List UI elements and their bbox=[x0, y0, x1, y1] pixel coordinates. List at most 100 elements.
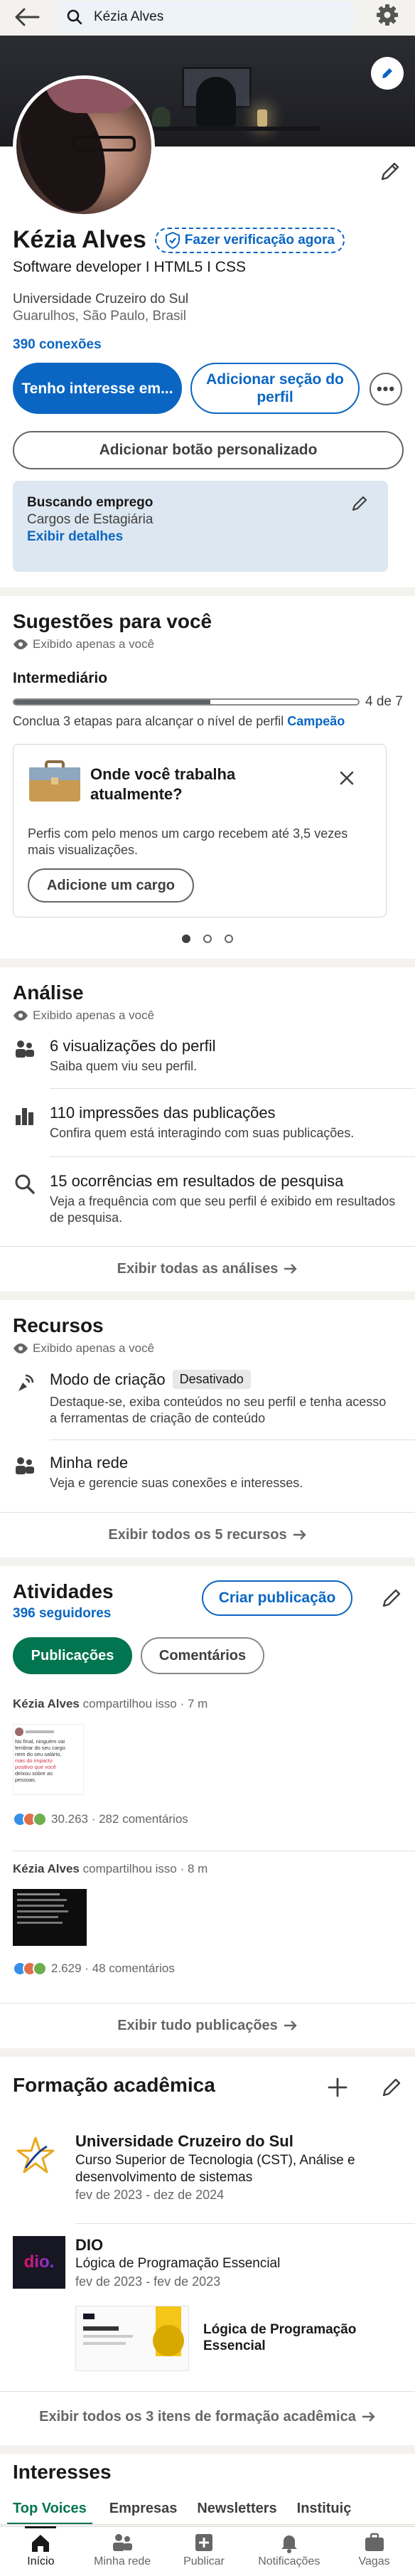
custom-button[interactable]: Adicionar botão personalizado bbox=[13, 431, 404, 469]
nav-home-label: Início bbox=[27, 2555, 55, 2567]
post-stats[interactable]: 30.263 · 282 comentários bbox=[51, 1812, 188, 1826]
pencil-icon bbox=[382, 68, 392, 78]
dio-logo-text: dio. bbox=[23, 2252, 55, 2272]
search-input[interactable]: Kézia Alves bbox=[94, 9, 163, 25]
show-all-posts[interactable]: Exibir tudo publicações bbox=[0, 2003, 415, 2048]
bell-icon bbox=[281, 2535, 297, 2553]
degree: Curso Superior de Tecnologia (CST), Anál… bbox=[75, 2153, 355, 2185]
dot[interactable] bbox=[225, 935, 233, 943]
tab-top-voices[interactable]: Top Voices bbox=[0, 2493, 99, 2524]
edit-open-to-icon[interactable] bbox=[351, 495, 368, 512]
followers-link[interactable]: 396 seguidores bbox=[13, 1606, 111, 1622]
eye-icon bbox=[14, 1011, 28, 1021]
verify-button[interactable]: Fazer verificação agora bbox=[154, 227, 345, 253]
analytics-section: Análise Exibido apenas a você 6 visualiz… bbox=[0, 967, 415, 1292]
nav-notifications[interactable]: Notificações bbox=[250, 2531, 328, 2568]
education-item[interactable]: Universidade Cruzeiro do Sul Curso Super… bbox=[0, 2132, 415, 2210]
analytics-impressions-sub: Confira quem está interagindo com suas p… bbox=[50, 1126, 355, 1140]
edit-activity-icon[interactable] bbox=[381, 1587, 402, 1609]
post-thumbnail-line: positivo que você bbox=[15, 1764, 56, 1770]
connections-link[interactable]: 390 conexões bbox=[13, 337, 102, 353]
post-thumbnail-line: No final, ninguém vai bbox=[15, 1738, 65, 1745]
support-icon bbox=[33, 1962, 47, 1976]
arrow-right-icon bbox=[284, 2021, 297, 2031]
open-to-title: Buscando emprego bbox=[27, 495, 153, 510]
tab-newsletters[interactable]: Newsletters bbox=[187, 2501, 286, 2517]
nav-notifications-label: Notificações bbox=[258, 2555, 320, 2567]
education-dates: fev de 2023 - dez de 2024 bbox=[75, 2188, 225, 2202]
edit-education-icon[interactable] bbox=[381, 2077, 402, 2098]
post-author: Kézia Alves bbox=[13, 1862, 80, 1875]
private-label: Exibido apenas a você bbox=[33, 1341, 155, 1355]
nav-jobs-label: Vagas bbox=[358, 2555, 390, 2567]
nav-jobs[interactable]: Vagas bbox=[339, 2531, 410, 2568]
analytics-item-search[interactable]: 15 ocorrências em resultados de pesquisa… bbox=[0, 1171, 415, 1239]
avatar[interactable] bbox=[13, 75, 155, 218]
analytics-search-sub: Veja a frequência com que seu perfil é e… bbox=[50, 1194, 396, 1225]
analytics-title: Análise bbox=[13, 981, 84, 1004]
education-item[interactable]: dio. DIO Lógica de Programação Essencial… bbox=[0, 2236, 415, 2378]
add-job-button[interactable]: Adicione um cargo bbox=[28, 868, 194, 903]
resources-title: Recursos bbox=[13, 1314, 104, 1336]
carousel-dots bbox=[182, 935, 233, 943]
edit-intro-icon[interactable] bbox=[379, 161, 401, 182]
post-meta: compartilhou isso · 8 m bbox=[82, 1862, 208, 1875]
post-thumbnail[interactable]: No final, ninguém vai lembrar do seu carg… bbox=[13, 1724, 84, 1795]
analytics-item-views[interactable]: 6 visualizações do perfil Saiba quem viu… bbox=[0, 1036, 415, 1088]
reaction-icons bbox=[13, 1812, 47, 1826]
dot[interactable] bbox=[203, 935, 212, 943]
back-arrow-icon[interactable] bbox=[14, 6, 40, 28]
dio-logo: dio. bbox=[13, 2236, 65, 2289]
degree: Lógica de Programação Essencial bbox=[75, 2256, 281, 2271]
post-thumbnail[interactable] bbox=[13, 1889, 87, 1946]
creator-mode-item[interactable]: Modo de criação Desativado Destaque-se, … bbox=[0, 1370, 415, 1434]
edit-cover-button[interactable] bbox=[371, 57, 404, 90]
nav-post[interactable]: Publicar bbox=[168, 2531, 239, 2568]
analytics-item-impressions[interactable]: 110 impressões das publicações Confira q… bbox=[0, 1102, 415, 1155]
my-network-title: Minha rede bbox=[50, 1454, 129, 1471]
show-all-education[interactable]: Exibir todos os 3 itens de formação acad… bbox=[0, 2394, 415, 2439]
activity-title: Atividades bbox=[13, 1580, 114, 1602]
cover-lamp bbox=[257, 110, 267, 127]
analytics-views-sub: Saiba quem viu seu perfil. bbox=[50, 1059, 198, 1073]
interest-button[interactable]: Tenho interesse em... bbox=[13, 363, 182, 414]
arrow-right-icon bbox=[284, 1264, 298, 1274]
my-network-item[interactable]: Minha rede Veja e gerencie suas conexões… bbox=[0, 1452, 415, 1505]
certificate-thumbnail[interactable] bbox=[75, 2306, 189, 2371]
home-icon bbox=[32, 2535, 50, 2552]
post-thumbnail-line: deixou sobre as bbox=[15, 1770, 53, 1777]
search-bar[interactable]: Kézia Alves bbox=[58, 1, 354, 33]
nav-home[interactable]: Início bbox=[5, 2526, 76, 2568]
gear-icon[interactable] bbox=[375, 3, 399, 27]
open-to-link[interactable]: Exibir detalhes bbox=[27, 529, 123, 545]
interests-section: Interesses Top Voices Empresas Newslette… bbox=[0, 2454, 415, 2525]
tab-companies[interactable]: Empresas bbox=[99, 2501, 188, 2517]
nav-network[interactable]: Minha rede bbox=[87, 2531, 158, 2568]
open-to-work-card[interactable]: Buscando emprego Cargos de Estagiária Ex… bbox=[13, 481, 388, 572]
dot-active[interactable] bbox=[182, 935, 190, 943]
interests-title: Interesses bbox=[13, 2461, 112, 2483]
progress-hint: Conclua 3 etapas para alcançar o nível d… bbox=[13, 714, 345, 729]
create-post-button[interactable]: Criar publicação bbox=[202, 1580, 352, 1616]
show-all-analytics[interactable]: Exibir todas as análises bbox=[0, 1246, 415, 1292]
post-item[interactable]: Kézia Alves compartilhou isso · 8 m 2.62… bbox=[0, 1862, 415, 1997]
tab-posts-label: Publicações bbox=[31, 1647, 114, 1664]
close-icon[interactable] bbox=[339, 770, 355, 786]
custom-button-label: Adicionar botão personalizado bbox=[99, 442, 318, 458]
support-icon bbox=[33, 1812, 47, 1826]
post-item[interactable]: Kézia Alves compartilhou isso · 7 m No f… bbox=[0, 1697, 415, 1836]
show-all-resources[interactable]: Exibir todos os 5 recursos bbox=[0, 1512, 415, 1558]
add-section-button[interactable]: Adicionar seção do perfil bbox=[190, 363, 360, 414]
more-options-button[interactable]: ••• bbox=[370, 373, 402, 405]
add-icon[interactable] bbox=[327, 2077, 348, 2098]
profile-card: Kézia Alves Fazer verificação agora Soft… bbox=[0, 36, 415, 587]
bottom-nav: Início Minha rede Publicar Notificações … bbox=[0, 2526, 415, 2576]
tab-institutions[interactable]: Instituiç bbox=[287, 2501, 362, 2517]
post-thumbnail-line: nem do seu salário, bbox=[15, 1751, 62, 1757]
tab-comments[interactable]: Comentários bbox=[141, 1637, 264, 1674]
education-line: Universidade Cruzeiro do Sul bbox=[13, 292, 189, 307]
post-stats[interactable]: 2.629 · 48 comentários bbox=[51, 1962, 175, 1976]
tab-posts[interactable]: Publicações bbox=[13, 1637, 132, 1674]
analytics-views-title: 6 visualizações do perfil bbox=[50, 1037, 216, 1055]
search-icon bbox=[15, 1174, 35, 1194]
